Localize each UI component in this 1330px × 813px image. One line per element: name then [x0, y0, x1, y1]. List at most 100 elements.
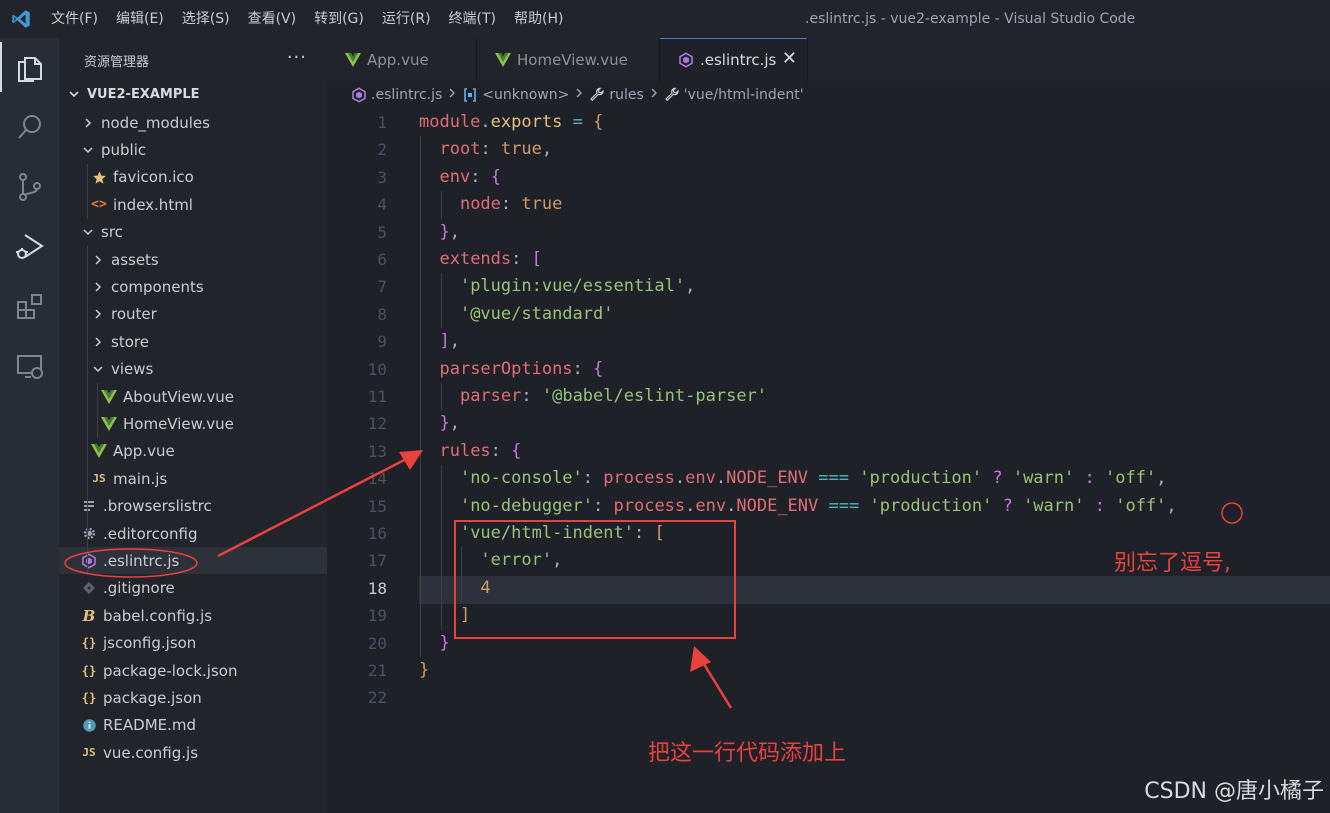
explorer-title: 资源管理器	[84, 54, 150, 70]
menu-item[interactable]: 转到(G)	[305, 0, 373, 38]
tree-folder[interactable]: assets	[59, 246, 327, 273]
tree-file[interactable]: App.vue	[59, 438, 327, 465]
tree-folder[interactable]: node_modules	[59, 109, 327, 136]
menu-item[interactable]: 编辑(E)	[107, 0, 173, 38]
tree-item-label: .editorconfig	[103, 524, 198, 543]
line-number: 6	[377, 250, 387, 269]
tree-file[interactable]: Bbabel.config.js	[59, 602, 327, 629]
code-line: }	[419, 630, 449, 657]
tree-file[interactable]: AboutView.vue	[59, 383, 327, 410]
run-debug-icon[interactable]	[0, 218, 59, 276]
line-number: 14	[367, 469, 387, 489]
code-token: NODE_ENV	[736, 495, 819, 516]
breadcrumb-label: .eslintrc.js	[371, 87, 443, 103]
search-icon[interactable]	[0, 98, 59, 156]
code-token: [	[654, 523, 665, 543]
code-line: module.exports = {	[419, 109, 603, 136]
code-token: ,	[449, 331, 460, 352]
tree-file[interactable]: .editorconfig	[59, 520, 327, 547]
tree-file[interactable]: .gitignore	[59, 575, 327, 602]
code-token: extends	[439, 249, 512, 269]
editor-tab[interactable]: .eslintrc.js ✕	[660, 38, 808, 82]
remote-explorer-icon[interactable]	[0, 338, 59, 396]
menu-item[interactable]: 查看(V)	[239, 0, 306, 38]
vue-file-icon	[101, 389, 117, 405]
js-file-icon: JS	[82, 746, 96, 760]
code-token: ,	[552, 550, 563, 571]
line-number: 4	[377, 195, 387, 215]
tree-item-label: package.json	[103, 688, 202, 707]
breadcrumb-separator-icon	[448, 87, 456, 103]
tree-file[interactable]: <> index.html	[59, 191, 327, 218]
line-number: 18	[367, 578, 387, 598]
breadcrumb-item[interactable]: .eslintrc.js	[351, 87, 442, 103]
editor-tab[interactable]: App.vue	[327, 38, 477, 82]
code-token: 'no-debugger'	[459, 495, 594, 516]
code-line: 'no-console': process.env.NODE_ENV === '…	[419, 465, 1166, 492]
editor-tab[interactable]: HomeView.vue	[477, 38, 660, 82]
menu-item[interactable]: 选择(S)	[173, 0, 239, 38]
code-editor[interactable]: 1 module.exports = {2 root: true, 3 env: {…	[64, 108, 1330, 813]
code-line: ]	[419, 602, 470, 629]
tree-file[interactable]: {} package.json	[59, 684, 327, 711]
code-token: '@babel/eslint-parser'	[541, 386, 768, 406]
chevron-down-icon	[81, 225, 95, 239]
code-token: root	[439, 139, 481, 160]
tree-file[interactable]: {} jsconfig.json	[59, 630, 327, 657]
tree-file[interactable]: {} package-lock.json	[59, 657, 327, 684]
more-actions-icon[interactable]: ···	[287, 47, 307, 68]
code-token: .	[685, 495, 696, 516]
menu-item[interactable]: 运行(R)	[373, 0, 440, 38]
tree-item-label: jsconfig.json	[103, 634, 197, 653]
arrow-to-box	[697, 655, 733, 709]
tree-item-label: assets	[111, 250, 159, 269]
breadcrumb-item[interactable]: 'vue/html-indent'	[664, 87, 804, 103]
close-icon[interactable]: ✕	[782, 50, 797, 68]
workspace-root[interactable]: VUE2-EXAMPLE	[59, 82, 327, 106]
code-token: :	[593, 495, 614, 516]
tree-item-label: babel.config.js	[103, 606, 213, 625]
tree-item-label: HomeView.vue	[123, 414, 234, 433]
breadcrumb-item[interactable]: <unknown>	[462, 87, 569, 103]
tree-folder[interactable]: public	[59, 136, 327, 163]
code-line: 4	[419, 575, 490, 602]
code-token: :	[572, 358, 594, 379]
tree-file[interactable]: JS main.js	[59, 465, 327, 492]
code-token: :	[1084, 468, 1095, 489]
tree-folder[interactable]: views	[59, 356, 327, 383]
line-number: 8	[377, 304, 387, 324]
tree-file[interactable]: favicon.ico	[59, 164, 327, 191]
tree-item-label: App.vue	[113, 442, 175, 461]
menu-item[interactable]: 帮助(H)	[505, 0, 572, 38]
property-symbol-icon	[664, 87, 680, 103]
explorer-icon[interactable]	[0, 38, 59, 96]
line-number: 13	[367, 441, 387, 461]
workspace-root-label: VUE2-EXAMPLE	[87, 86, 200, 102]
menu-item[interactable]: 终端(T)	[440, 0, 505, 38]
code-token: .	[674, 468, 686, 489]
breadcrumb-item[interactable]: rules	[589, 87, 644, 103]
code-token: rules	[439, 440, 491, 461]
menu-item[interactable]: 文件(F)	[42, 0, 107, 38]
tree-file[interactable]: .eslintrc.js	[59, 547, 327, 575]
extensions-icon[interactable]	[0, 278, 59, 336]
tree-file[interactable]: README.md	[59, 712, 327, 739]
tree-file[interactable]: JS vue.config.js	[59, 739, 327, 766]
tree-file[interactable]: HomeView.vue	[59, 410, 327, 437]
tree-folder[interactable]: src	[59, 219, 327, 246]
source-control-icon[interactable]	[0, 158, 59, 216]
line-number: 12	[367, 414, 387, 434]
tree-folder[interactable]: components	[59, 273, 327, 300]
add-line-note: 把这一行代码添加上	[648, 741, 847, 766]
code-token: ,	[1156, 468, 1167, 489]
eslint-file-icon	[351, 87, 367, 103]
code-token: env	[685, 468, 716, 489]
code-token: ]	[459, 605, 471, 626]
window-title: .eslintrc.js - vue2-example - Visual Stu…	[805, 11, 1136, 27]
chevron-down-icon	[81, 143, 95, 157]
tree-folder[interactable]: router	[59, 301, 327, 328]
tree-file[interactable]: .browserslistrc	[59, 493, 327, 520]
tree-folder[interactable]: store	[59, 328, 327, 355]
